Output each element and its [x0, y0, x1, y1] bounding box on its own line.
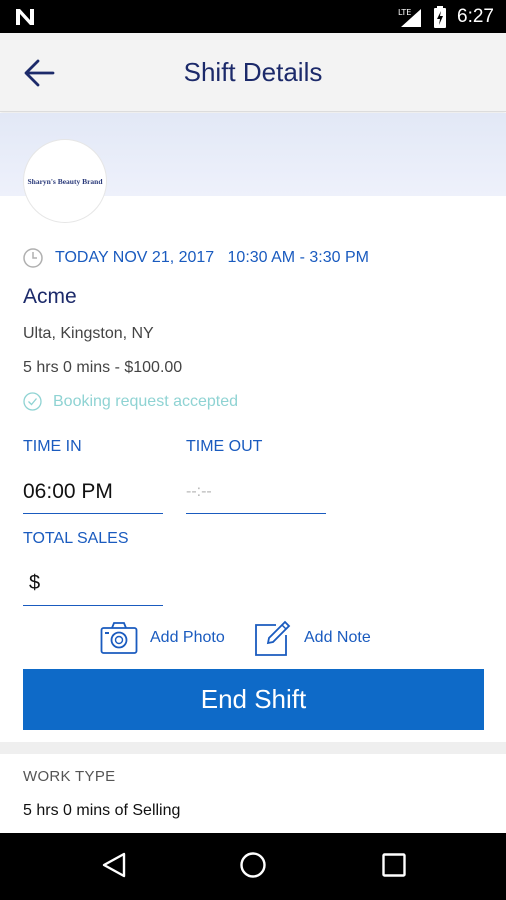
time-out-field[interactable]: --:--: [186, 470, 326, 514]
time-in-value: 06:00 PM: [23, 479, 113, 503]
brand-logo-text: Sharyn's Beauty Brand: [27, 176, 103, 186]
svg-text:LTE: LTE: [398, 8, 411, 17]
status-time: 6:27: [457, 5, 494, 27]
app-bar: Shift Details: [0, 33, 506, 112]
battery-charging-icon: [434, 5, 447, 28]
shift-location: Ulta, Kingston, NY: [23, 325, 154, 342]
section-divider: [0, 742, 506, 754]
time-out-label: TIME OUT: [186, 438, 263, 455]
check-circle-icon: [23, 392, 42, 411]
shift-datetime-row: TODAY NOV 21, 2017 10:30 AM - 3:30 PM: [23, 248, 369, 268]
lte-signal-icon: LTE: [398, 8, 422, 27]
shift-duration-pay: 5 hrs 0 mins - $100.00: [23, 359, 183, 376]
booking-status: Booking request accepted: [23, 392, 238, 411]
currency-symbol: $: [29, 572, 41, 594]
notification-n-icon: [16, 9, 34, 25]
total-sales-label: TOTAL SALES: [23, 530, 129, 547]
add-note-label: Add Note: [304, 629, 371, 646]
camera-icon: [100, 622, 138, 654]
clock-icon: [23, 248, 43, 268]
nav-back-button[interactable]: [101, 851, 127, 884]
company-name: Acme: [23, 285, 77, 308]
end-shift-button[interactable]: End Shift: [23, 669, 484, 730]
time-out-placeholder: --:--: [186, 482, 212, 500]
shift-datetime: TODAY NOV 21, 2017 10:30 AM - 3:30 PM: [55, 249, 369, 266]
system-nav-bar: [0, 833, 506, 900]
add-photo-label: Add Photo: [150, 629, 225, 646]
nav-recents-button[interactable]: [381, 851, 407, 884]
booking-status-text: Booking request accepted: [53, 392, 239, 410]
work-type-label: WORK TYPE: [23, 768, 116, 785]
page-title: Shift Details: [183, 57, 323, 87]
add-note-button[interactable]: Add Note: [254, 619, 371, 657]
time-in-field[interactable]: 06:00 PM: [23, 470, 163, 514]
nav-home-icon: [240, 852, 266, 878]
edit-note-icon: [255, 620, 291, 656]
status-bar: LTE 6:27: [0, 0, 506, 33]
action-row: Add Photo Add Note: [0, 619, 506, 659]
time-in-label: TIME IN: [23, 438, 82, 455]
brand-logo: Sharyn's Beauty Brand: [23, 139, 107, 223]
status-bar-right: LTE 6:27: [397, 0, 494, 33]
nav-home-button[interactable]: [239, 851, 267, 884]
nav-back-icon: [102, 852, 126, 878]
total-sales-field[interactable]: $: [23, 562, 163, 606]
add-photo-button[interactable]: Add Photo: [100, 621, 225, 655]
work-type-value: 5 hrs 0 mins of Selling: [23, 802, 181, 819]
nav-recents-icon: [382, 853, 406, 877]
